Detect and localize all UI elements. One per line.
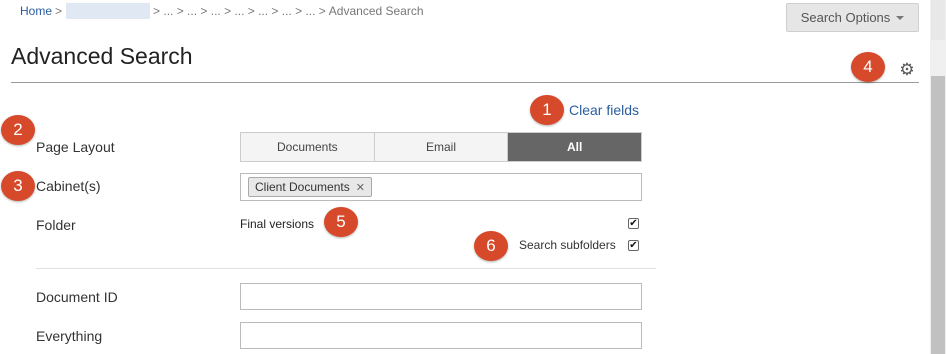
caret-down-icon xyxy=(896,15,905,20)
gear-icon[interactable]: ⚙ xyxy=(898,61,916,79)
breadcrumb-current: Advanced Search xyxy=(328,4,424,18)
annotation-badge-1: 1 xyxy=(530,95,564,125)
cabinet-chip: Client Documents ✕ xyxy=(248,177,372,197)
annotation-badge-2: 2 xyxy=(1,115,35,145)
layout-option-all[interactable]: All xyxy=(508,133,642,161)
title-divider xyxy=(11,82,919,83)
breadcrumb-home-link[interactable]: Home xyxy=(20,4,52,18)
folder-label: Folder xyxy=(36,217,76,233)
breadcrumb-redacted-item[interactable] xyxy=(66,3,151,19)
search-subfolders-label: Search subfolders xyxy=(519,238,616,252)
page-title: Advanced Search xyxy=(11,43,193,69)
section-divider xyxy=(36,268,656,269)
annotation-badge-4: 4 xyxy=(851,52,885,82)
document-id-input[interactable] xyxy=(240,283,642,310)
search-subfolders-checkbox[interactable]: ✔ xyxy=(628,240,639,251)
clear-fields-link[interactable]: Clear fields xyxy=(569,102,639,118)
cabinets-select[interactable]: Client Documents ✕ xyxy=(240,173,642,201)
search-options-button[interactable]: Search Options xyxy=(786,3,919,32)
search-options-label: Search Options xyxy=(800,10,891,25)
breadcrumb: Home > > ... > ... > ... > ... > ... > .… xyxy=(20,3,424,19)
everything-input[interactable] xyxy=(240,322,642,349)
chip-remove-icon[interactable]: ✕ xyxy=(356,181,365,194)
folder-checkbox[interactable]: ✔ xyxy=(628,218,639,229)
everything-label: Everything xyxy=(36,328,103,344)
annotation-badge-6: 6 xyxy=(474,231,508,261)
page-layout-label: Page Layout xyxy=(36,139,115,155)
layout-option-email[interactable]: Email xyxy=(374,133,509,161)
folder-value[interactable]: Final versions xyxy=(240,217,314,231)
breadcrumb-middle[interactable]: > ... > ... > ... > ... > ... > ... > ..… xyxy=(153,4,326,18)
page-layout-toggle: Documents Email All xyxy=(240,132,642,162)
scrollbar-thumb[interactable] xyxy=(931,76,945,354)
annotation-badge-3: 3 xyxy=(1,171,35,201)
scrollbar-top-area xyxy=(931,0,945,40)
cabinet-chip-label: Client Documents xyxy=(255,180,350,194)
cabinets-label: Cabinet(s) xyxy=(36,178,101,194)
breadcrumb-separator: > xyxy=(55,4,63,18)
page: Home > > ... > ... > ... > ... > ... > .… xyxy=(0,0,930,354)
annotation-badge-5: 5 xyxy=(324,207,358,237)
document-id-label: Document ID xyxy=(36,289,118,305)
layout-option-documents[interactable]: Documents xyxy=(241,133,375,161)
